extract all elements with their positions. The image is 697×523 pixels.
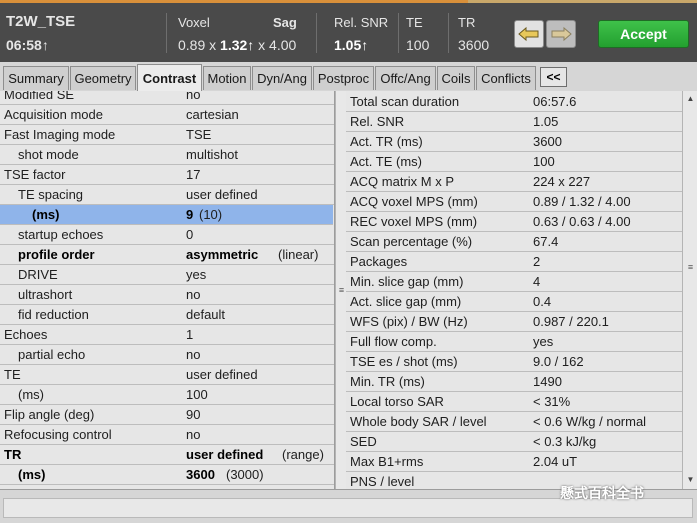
tab-geometry[interactable]: Geometry [70,66,136,90]
info-row-sed: SED < 0.3 kJ/kg [346,432,682,452]
scroll-up-icon[interactable]: ▲ [686,94,695,103]
header-divider [166,13,167,53]
tab-contrast[interactable]: Contrast [137,64,202,91]
redo-arrow-icon [551,26,572,42]
info-row-total-scan-duration: Total scan duration 06:57.6 [346,92,682,112]
tab-coils[interactable]: Coils [437,66,475,90]
info-row-min-slice-gap: Min. slice gap (mm) 4 [346,272,682,292]
info-row-rel-snr: Rel. SNR 1.05 [346,112,682,132]
param-row-flip-angle[interactable]: Flip angle (deg) 90 [0,405,334,425]
tab-dyn-ang[interactable]: Dyn/Ang [252,66,312,90]
tab-motion[interactable]: Motion [203,66,251,90]
info-row-acq-matrix: ACQ matrix M x P 224 x 227 [346,172,682,192]
header-divider [398,13,399,53]
param-row-shot-mode[interactable]: shot mode multishot [0,145,334,165]
undo-arrow-icon [518,26,539,42]
up-arrow-icon: ↑ [41,37,49,53]
param-row-te[interactable]: TE user defined [0,365,334,385]
redo-button[interactable] [546,20,576,48]
param-row-tr-ms[interactable]: (ms) 3600 (3000) [0,465,334,485]
accept-button[interactable]: Accept [598,20,689,48]
contrast-parameter-list: Modified SE no Acquisition mode cartesian … [0,91,335,489]
tab-postproc[interactable]: Postproc [313,66,374,90]
param-row-startup-echoes[interactable]: startup echoes 0 [0,225,334,245]
info-row-scan-percentage: Scan percentage (%) 67.4 [346,232,682,252]
param-row-ultrashort[interactable]: ultrashort no [0,285,334,305]
undo-button[interactable] [514,20,544,48]
info-row-tse-es-shot: TSE es / shot (ms) 9.0 / 162 [346,352,682,372]
scroll-grip-icon: ≡ [338,285,345,295]
info-row-act-te: Act. TE (ms) 100 [346,152,682,172]
scan-info-list: Total scan duration 06:57.6 Rel. SNR 1.05 … [346,91,682,489]
tab-offc-ang[interactable]: Offc/Ang [375,66,436,90]
param-row-echoes[interactable]: Echoes 1 [0,325,334,345]
info-row-act-tr: Act. TR (ms) 3600 [346,132,682,152]
param-row-te-ms[interactable]: (ms) 100 [0,385,334,405]
tab-summary[interactable]: Summary [3,66,69,90]
tab-bar: Summary Geometry Contrast Motion Dyn/Ang… [0,62,697,91]
left-scrollbar[interactable]: ≡ [335,91,346,489]
param-row-tse-factor[interactable]: TSE factor 17 [0,165,334,185]
param-row-modified-se[interactable]: Modified SE no [0,91,334,105]
info-row-full-flow-comp: Full flow comp. yes [346,332,682,352]
info-row-whole-body-sar: Whole body SAR / level < 0.6 W/kg / norma… [346,412,682,432]
param-row-fast-imaging-mode[interactable]: Fast Imaging mode TSE [0,125,334,145]
scan-header: T2W_TSE 06:58↑ Voxel Sag 0.89 x 1.32↑ x … [0,0,697,62]
header-accent-bar [0,0,468,3]
info-row-max-b1-rms: Max B1+rms 2.04 uT [346,452,682,472]
param-row-refocusing-control[interactable]: Refocusing control no [0,425,334,445]
scroll-down-icon[interactable]: ▼ [686,475,695,484]
tab-conflicts[interactable]: Conflicts [476,66,536,90]
info-row-acq-voxel: ACQ voxel MPS (mm) 0.89 / 1.32 / 4.00 [346,192,682,212]
param-row-tr[interactable]: TR user defined (range) [0,445,334,465]
param-row-te-spacing[interactable]: TE spacing user defined [0,185,334,205]
up-arrow-icon: ↑ [361,37,369,53]
param-row-te-spacing-ms[interactable]: (ms) 9 (10) [0,205,333,225]
param-row-fid-reduction[interactable]: fid reduction default [0,305,334,325]
info-row-rec-voxel: REC voxel MPS (mm) 0.63 / 0.63 / 4.00 [346,212,682,232]
param-row-drive[interactable]: DRIVE yes [0,265,334,285]
watermark: 懸式百科全书 [560,485,644,501]
param-row-profile-order[interactable]: profile order asymmetric (linear) [0,245,334,265]
info-row-min-tr: Min. TR (ms) 1490 [346,372,682,392]
collapse-button[interactable]: << [540,67,567,87]
scroll-grip-icon: ≡ [687,262,694,272]
info-row-wfs-bw: WFS (pix) / BW (Hz) 0.987 / 220.1 [346,312,682,332]
param-row-partial-echo[interactable]: partial echo no [0,345,334,365]
header-divider [448,13,449,53]
right-scrollbar[interactable]: ▲ ≡ ▼ [682,91,697,489]
info-row-packages: Packages 2 [346,252,682,272]
info-row-act-slice-gap: Act. slice gap (mm) 0.4 [346,292,682,312]
info-row-local-torso-sar: Local torso SAR < 31% [346,392,682,412]
param-row-acquisition-mode[interactable]: Acquisition mode cartesian [0,105,334,125]
header-divider [316,13,317,53]
